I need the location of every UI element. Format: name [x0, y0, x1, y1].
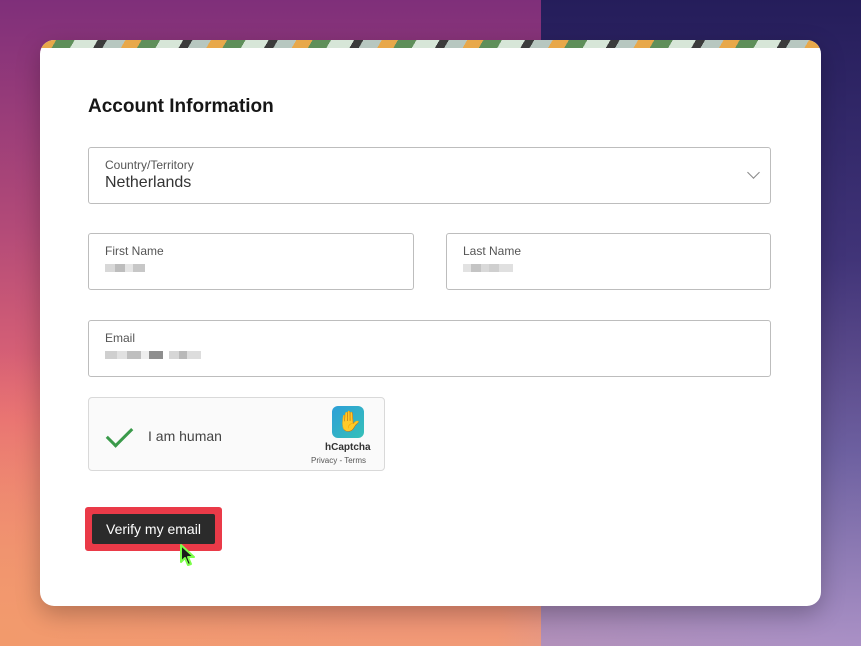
verify-email-button[interactable]: Verify my email [92, 514, 215, 544]
country-value: Netherlands [105, 174, 192, 191]
last-name-value-redacted [463, 264, 513, 272]
account-form-card: Account Information Country/Territory Ne… [40, 40, 821, 606]
last-name-label: Last Name [463, 244, 522, 258]
last-name-field[interactable]: Last Name [446, 233, 771, 290]
email-label: Email [105, 331, 136, 345]
page-title: Account Information [88, 96, 274, 117]
email-field[interactable]: Email [88, 320, 771, 377]
mouse-cursor-icon [180, 544, 195, 566]
captcha-brand: hCaptcha [325, 442, 371, 453]
verify-button-highlight: Verify my email [85, 507, 222, 551]
first-name-value-redacted [105, 264, 145, 272]
terms-link[interactable]: Terms [344, 456, 366, 465]
country-label: Country/Territory [105, 158, 194, 172]
first-name-field[interactable]: First Name [88, 233, 414, 290]
email-value-redacted [105, 351, 201, 359]
country-select[interactable]: Country/Territory Netherlands [88, 147, 771, 204]
chevron-down-icon [747, 166, 760, 179]
checkmark-icon[interactable] [105, 420, 134, 448]
captcha-label: I am human [148, 428, 222, 444]
hcaptcha-logo-icon [332, 406, 364, 438]
first-name-label: First Name [105, 244, 164, 258]
privacy-link[interactable]: Privacy [311, 456, 337, 465]
header-banner [40, 40, 821, 48]
hcaptcha-widget[interactable]: I am human hCaptcha Privacy - Terms [88, 397, 385, 471]
captcha-links: Privacy - Terms [311, 456, 366, 465]
